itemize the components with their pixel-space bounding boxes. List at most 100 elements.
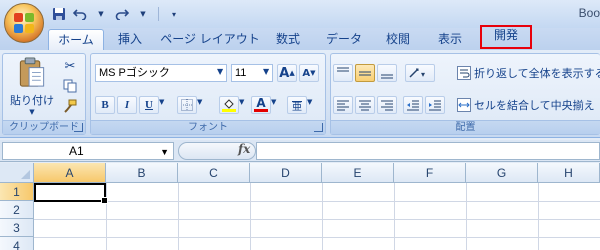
fill-color-bar	[222, 108, 236, 112]
font-color-letter: A	[256, 96, 266, 110]
align-right-button[interactable]	[377, 96, 397, 114]
row-header-2[interactable]: 2	[0, 201, 34, 219]
title-bar: ▼ ▼ ▾ Book	[0, 0, 600, 28]
office-logo-icon	[13, 12, 35, 34]
align-bottom-button[interactable]	[377, 64, 397, 82]
paste-button[interactable]: 貼り付け ▼	[7, 56, 57, 116]
tab-page-layout[interactable]: ページ レイアウト	[160, 29, 260, 50]
worksheet-grid: A B C D E F G H 1 2 3 4	[0, 163, 600, 250]
font-group: MS Pゴシック ▼ 11 ▼ A ▲ A ▼ B I U ▼ ▼ ▼ A ▼ 亜 …	[90, 53, 326, 135]
font-group-label: フォント	[91, 120, 325, 134]
border-button[interactable]	[177, 96, 197, 114]
column-header-f[interactable]: F	[394, 163, 466, 183]
alignment-group-label: 配置	[331, 120, 600, 134]
gridline	[178, 183, 179, 250]
column-header-e[interactable]: E	[322, 163, 394, 183]
gridline	[106, 183, 107, 250]
align-middle-button[interactable]	[355, 64, 375, 82]
paste-dropdown-icon[interactable]: ▼	[29, 108, 34, 116]
tab-view[interactable]: 表示	[428, 29, 472, 50]
tab-developer[interactable]: 開発	[480, 25, 532, 49]
font-launcher-icon[interactable]	[314, 123, 323, 132]
orientation-button[interactable]: ▾	[405, 64, 435, 82]
fill-color-button[interactable]	[219, 96, 239, 114]
paste-label: 貼り付け	[10, 94, 54, 107]
font-color-dropdown-icon[interactable]: ▼	[271, 98, 276, 106]
undo-dropdown-icon[interactable]: ▼	[92, 5, 110, 23]
shrink-font-label: A	[302, 67, 311, 79]
name-box[interactable]: A1 ▼	[2, 142, 174, 160]
tab-formulas[interactable]: 数式	[268, 29, 308, 50]
tab-data[interactable]: データ	[320, 29, 368, 50]
cut-icon[interactable]: ✂	[61, 58, 79, 74]
font-name-dropdown-icon[interactable]: ▼	[217, 67, 223, 76]
undo-icon[interactable]	[71, 5, 89, 23]
redo-dropdown-icon[interactable]: ▼	[134, 5, 152, 23]
ribbon-tabs: ホーム 挿入 ページ レイアウト 数式 データ 校閲 表示 開発	[0, 25, 600, 50]
save-icon[interactable]	[50, 5, 68, 23]
align-top-button[interactable]	[333, 64, 353, 82]
insert-function-icon[interactable]: fx	[238, 142, 250, 156]
redo-icon[interactable]	[113, 5, 131, 23]
font-size-dropdown-icon[interactable]: ▼	[263, 67, 269, 76]
underline-dropdown-icon[interactable]: ▼	[159, 98, 164, 106]
gridline	[394, 183, 395, 250]
column-header-g[interactable]: G	[466, 163, 538, 183]
column-header-c[interactable]: C	[178, 163, 250, 183]
tab-home[interactable]: ホーム	[48, 29, 104, 50]
select-all-button[interactable]	[0, 163, 34, 183]
name-box-dropdown-icon[interactable]: ▼	[160, 144, 169, 160]
name-box-value: A1	[69, 144, 84, 158]
format-painter-icon[interactable]	[61, 98, 79, 114]
tab-review[interactable]: 校閲	[378, 29, 418, 50]
customize-icon[interactable]: ▾	[165, 5, 183, 23]
copy-icon[interactable]	[61, 78, 79, 94]
row-header-1[interactable]: 1	[0, 183, 34, 201]
row-header-3[interactable]: 3	[0, 219, 34, 237]
wrap-text-button[interactable]: 折り返して全体を表示する	[457, 64, 600, 82]
phonetic-label: 亜	[292, 101, 302, 113]
merge-center-icon	[457, 98, 471, 112]
align-left-button[interactable]	[333, 96, 353, 114]
border-dropdown-icon[interactable]: ▼	[197, 98, 202, 106]
increase-indent-button[interactable]	[425, 96, 445, 114]
merge-center-button[interactable]: セルを結合して中央揃え	[457, 96, 595, 114]
column-header-d[interactable]: D	[250, 163, 322, 183]
tab-insert[interactable]: 挿入	[110, 29, 150, 50]
shrink-font-button[interactable]: A ▼	[299, 64, 319, 82]
gridline	[250, 183, 251, 250]
clipboard-launcher-icon[interactable]	[74, 123, 83, 132]
row-header-4[interactable]: 4	[0, 237, 34, 250]
font-color-button[interactable]: A	[251, 96, 271, 114]
formula-bar: A1 ▼ fx	[0, 140, 600, 162]
column-header-b[interactable]: B	[106, 163, 178, 183]
wrap-text-label: 折り返して全体を表示する	[474, 67, 600, 80]
bold-button[interactable]: B	[95, 96, 115, 114]
quick-access-toolbar: ▼ ▼ ▾	[50, 4, 183, 24]
orientation-icon: ▾	[409, 68, 425, 79]
underline-button[interactable]: U	[139, 96, 159, 114]
office-button[interactable]	[4, 3, 44, 43]
grow-font-button[interactable]: A ▲	[277, 64, 297, 82]
column-header-h[interactable]: H	[538, 163, 600, 183]
formula-input[interactable]	[256, 142, 600, 160]
svg-text:▾: ▾	[421, 70, 425, 79]
clipboard-group-label: クリップボード	[3, 120, 85, 134]
active-cell-a1[interactable]	[34, 183, 108, 204]
phonetic-dropdown-icon[interactable]: ▼	[307, 98, 312, 106]
ribbon: 貼り付け ▼ ✂ クリップボード MS Pゴシック ▼ 11 ▼ A ▲ A ▼ B…	[0, 50, 600, 138]
fill-color-dropdown-icon[interactable]: ▼	[239, 98, 244, 106]
decrease-indent-button[interactable]	[403, 96, 423, 114]
gridline	[34, 237, 600, 238]
gridline	[34, 219, 600, 220]
font-color-bar	[254, 109, 268, 112]
column-header-a[interactable]: A	[34, 163, 106, 183]
italic-button[interactable]: I	[117, 96, 137, 114]
paste-icon	[19, 57, 45, 87]
font-name-select[interactable]: MS Pゴシック	[95, 64, 227, 82]
gridline	[538, 183, 539, 250]
align-center-button[interactable]	[355, 96, 375, 114]
alignment-group: ▾ 折り返して全体を表示する セルを結合して中央揃え 配置	[330, 53, 600, 135]
wrap-text-icon	[457, 66, 471, 80]
phonetic-button[interactable]: 亜	[287, 96, 307, 114]
